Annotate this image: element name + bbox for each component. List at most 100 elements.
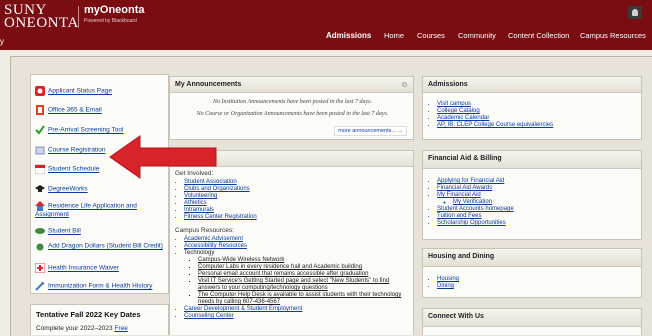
tech-getting-started: Visit IT Service's Getting Started page …	[198, 278, 413, 292]
tech-labs: Computer Labs in every residence hall an…	[198, 264, 413, 271]
link-label: Pre-Arrival Screening Tool	[48, 126, 124, 134]
key-dates-body: Complete your 2022–2023	[36, 325, 113, 332]
institution-announcements-empty: No Institution Announcements have been p…	[212, 99, 373, 105]
financial-aid-panel: Financial Aid & Billing Applying for Fin…	[422, 150, 642, 240]
financial-aid-list-2: Student Accounts homepage Tuition and Fe…	[423, 206, 641, 227]
link-dining[interactable]: Dining	[437, 283, 641, 290]
key-dates-title: Tentative Fall 2022 Key Dates	[36, 310, 141, 319]
office-icon	[36, 105, 44, 115]
calendar-icon	[35, 164, 45, 174]
tech-wireless: Campus-Wide Wireless Network	[198, 257, 413, 264]
key-dates-text: Complete your 2022–2023 Free	[31, 319, 168, 332]
technology-item: Technology Campus-Wide Wireless Network …	[184, 250, 413, 306]
resources-list: Academic Advisement Accessibility Resour…	[170, 236, 413, 320]
involved-list: Student Association Clubs and Organizati…	[170, 179, 413, 221]
link-clubs[interactable]: Clubs and Organizations	[184, 186, 413, 193]
quick-link-health-insurance[interactable]: Health Insurance Waiver	[35, 263, 119, 273]
quick-link-course-registration[interactable]: Course Registration	[35, 145, 105, 155]
link-ap-ib-clep[interactable]: AP, IB, CLEP College Course equivalencie…	[437, 122, 641, 129]
link-my-verification[interactable]: My Verification	[453, 199, 641, 206]
announcements-title: My Announcements	[175, 81, 242, 88]
quick-link-applicant-status[interactable]: Applicant Status Page	[35, 86, 112, 96]
link-scholarships[interactable]: Scholarship Opportunities	[437, 220, 641, 227]
connect-header: Connect With Us	[423, 309, 641, 327]
edge-mark: y	[0, 37, 4, 46]
quick-link-degreeworks[interactable]: DegreeWorks	[35, 184, 88, 194]
link-volunteering[interactable]: Volunteering	[184, 193, 413, 200]
link-label: Residence Life Application and Assignmen…	[35, 202, 137, 218]
link-counseling-center[interactable]: Counseling Center	[184, 313, 413, 320]
link-label: Add Dragon Dollars (Student Bill Credit)	[48, 242, 163, 250]
link-label: DegreeWorks	[48, 185, 88, 193]
financial-aid-sublist: My Verification	[423, 199, 641, 206]
technology-sublist: Campus-Wide Wireless Network Computer La…	[184, 257, 413, 306]
logo-line-oneonta: ONEONTA	[4, 15, 79, 31]
link-visit-campus[interactable]: Visit campus	[437, 101, 641, 108]
tab-community[interactable]: Community	[458, 31, 496, 43]
quick-link-office365[interactable]: Office 365 & Email	[35, 105, 102, 115]
tech-help-desk: The Computer Help Desk is available to a…	[198, 292, 413, 306]
technology-label: Technology	[184, 250, 215, 256]
quick-link-residence-life[interactable]: Residence Life Application and Assignmen…	[35, 201, 165, 219]
link-label: Health Insurance Waiver	[48, 264, 119, 272]
gear-icon[interactable]	[401, 81, 408, 88]
medical-cross-icon	[35, 263, 45, 273]
top-header-bar: SUNY ONEONTA myOneonta Powered by Blackb…	[0, 0, 652, 50]
graduation-cap-icon	[35, 185, 45, 192]
suny-oneonta-logo[interactable]: SUNY ONEONTA	[4, 3, 79, 31]
link-label: Office 365 & Email	[48, 106, 102, 114]
book-icon	[35, 146, 45, 155]
link-my-financial-aid[interactable]: My Financial Aid	[437, 192, 641, 199]
link-student-accounts[interactable]: Student Accounts homepage	[437, 206, 641, 213]
link-tuition-fees[interactable]: Tuition and Fees	[437, 213, 641, 220]
more-announcements-link[interactable]: more announcements... →	[334, 126, 407, 136]
syringe-icon	[35, 281, 45, 291]
link-label: Immunization Form & Health History	[48, 282, 153, 290]
campus-resources-label: Campus Resources:	[175, 227, 234, 234]
link-accessibility[interactable]: Accessibility Resources	[184, 243, 413, 250]
user-icon	[632, 9, 638, 16]
record-icon	[35, 86, 45, 96]
quick-link-student-schedule[interactable]: Student Schedule	[35, 164, 99, 174]
user-menu-button[interactable]	[628, 6, 642, 19]
link-financial-aid-awards[interactable]: Financial Aid Awards	[437, 185, 641, 192]
financial-aid-header: Financial Aid & Billing	[423, 151, 641, 169]
checkmark-icon	[35, 125, 45, 135]
link-college-catalog[interactable]: College Catalog	[437, 108, 641, 115]
tab-campus-resources[interactable]: Campus Resources	[580, 31, 646, 43]
connect-panel: Connect With Us	[422, 308, 642, 335]
admissions-header: Admissions	[423, 77, 641, 93]
link-academic-advisement[interactable]: Academic Advisement	[184, 236, 413, 243]
link-label: Applicant Status Page	[48, 87, 112, 95]
housing-list: Housing Dining	[423, 276, 641, 290]
link-fitness-center[interactable]: Fitness Center Registration	[184, 214, 413, 221]
admissions-list: Visit campus College Catalog Academic Ca…	[423, 101, 641, 129]
quick-links-panel: Applicant Status Page Office 365 & Email…	[30, 74, 169, 294]
quick-link-immunization[interactable]: Immunization Form & Health History	[35, 281, 152, 291]
course-announcements-empty: No Course or Organization Announcements …	[196, 111, 389, 117]
link-career-development[interactable]: Career Development & Student Employment	[184, 306, 413, 313]
quick-link-dragon-dollars[interactable]: Add Dragon Dollars (Student Bill Credit)	[35, 241, 165, 251]
tab-admissions[interactable]: Admissions	[326, 31, 371, 43]
key-dates-panel: Tentative Fall 2022 Key Dates Complete y…	[30, 304, 169, 335]
logo-divider	[78, 6, 79, 28]
link-intramurals[interactable]: Intramurals	[184, 207, 413, 214]
tech-email: Personal email account that remains acce…	[198, 271, 413, 278]
link-label: Student Schedule	[48, 165, 100, 173]
coin-icon	[36, 243, 44, 251]
tab-content-collection[interactable]: Content Collection	[508, 31, 569, 43]
red-arrow-annotation	[109, 135, 217, 179]
powered-by-label: Powered by Blackboard	[84, 18, 137, 24]
tab-courses[interactable]: Courses	[417, 31, 445, 43]
tab-home[interactable]: Home	[384, 31, 404, 43]
link-academic-calendar[interactable]: Academic Calendar	[437, 115, 641, 122]
app-name: myOneonta	[84, 4, 145, 16]
link-applying-financial-aid[interactable]: Applying for Financial Aid	[437, 178, 641, 185]
free-link[interactable]: Free	[114, 325, 127, 332]
link-housing[interactable]: Housing	[437, 276, 641, 283]
link-label: Course Registration	[48, 146, 106, 154]
link-label: Student Bill	[48, 227, 81, 235]
link-student-association[interactable]: Student Association	[184, 179, 413, 186]
quick-link-student-bill[interactable]: Student Bill	[35, 226, 81, 236]
link-athletics[interactable]: Athletics	[184, 200, 413, 207]
